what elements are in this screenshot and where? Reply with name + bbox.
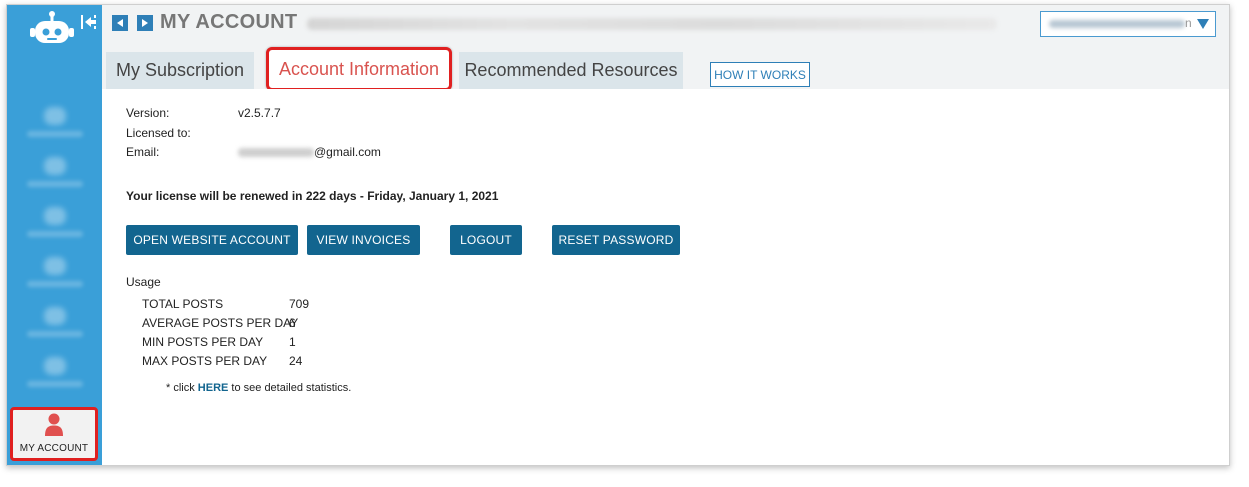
chevron-down-icon (1197, 19, 1209, 29)
sidebar-item-label: MY ACCOUNT (19, 443, 89, 454)
email-label: Email: (126, 145, 160, 159)
usage-label: AVERAGE POSTS PER DAY (142, 316, 299, 330)
statistics-link[interactable]: HERE (198, 382, 229, 394)
version-value: v2.5.7.7 (238, 106, 281, 120)
blurred-email-user (238, 148, 314, 158)
forward-button[interactable] (137, 15, 153, 31)
usage-label: MIN POSTS PER DAY (142, 335, 264, 349)
sidebar-item[interactable] (7, 297, 102, 347)
note-suffix: to see detailed statistics. (231, 382, 352, 394)
sidebar-item[interactable] (7, 147, 102, 197)
sidebar: MY ACCOUNT (7, 5, 102, 465)
collapse-sidebar-icon[interactable] (79, 13, 99, 31)
sidebar-item-my-account[interactable]: MY ACCOUNT (10, 407, 98, 461)
logout-button[interactable]: LOGOUT (450, 225, 522, 255)
open-website-account-button[interactable]: OPEN WEBSITE ACCOUNT (126, 225, 298, 255)
reset-password-button[interactable]: RESET PASSWORD (552, 225, 680, 255)
view-invoices-button[interactable]: VIEW INVOICES (307, 225, 420, 255)
back-button[interactable] (112, 15, 128, 31)
usage-value: 1 (289, 335, 296, 349)
version-label: Version: (126, 106, 170, 120)
robot-logo-icon (30, 11, 74, 43)
usage-value: 6 (289, 316, 296, 330)
user-icon (45, 413, 63, 436)
statistics-note: * click HERE to see detailed statistics. (166, 382, 351, 394)
sidebar-item[interactable] (7, 97, 102, 147)
blurred-account-name (1049, 20, 1185, 28)
usage-value: 24 (289, 354, 303, 368)
tab-my-subscription[interactable]: My Subscription (106, 52, 254, 89)
account-name-suffix: n (1185, 16, 1192, 30)
note-prefix: * click (166, 382, 195, 394)
sidebar-nav (7, 97, 102, 397)
blurred-breadcrumb (307, 18, 997, 30)
header: MY ACCOUNT n (102, 5, 1229, 45)
licensed-label: Licensed to: (126, 126, 191, 140)
tab-recommended-resources[interactable]: Recommended Resources (459, 52, 683, 89)
renewal-notice: Your license will be renewed in 222 days… (126, 189, 499, 203)
page-title: MY ACCOUNT (160, 11, 298, 33)
email-value: @gmail.com (238, 145, 381, 159)
account-dropdown[interactable]: n (1040, 11, 1216, 37)
usage-label: MAX POSTS PER DAY (142, 354, 268, 368)
account-information-panel: Version: v2.5.7.7 Licensed to: Email: @g… (102, 89, 1229, 465)
email-domain: @gmail.com (314, 145, 381, 159)
sidebar-item[interactable] (7, 197, 102, 247)
tab-account-information[interactable]: Account Information (266, 47, 452, 91)
usage-heading: Usage (126, 275, 161, 289)
how-it-works-button[interactable]: HOW IT WORKS (710, 62, 810, 87)
tab-bar: My Subscription Account Information Reco… (102, 45, 1229, 91)
sidebar-item[interactable] (7, 347, 102, 397)
sidebar-item[interactable] (7, 247, 102, 297)
usage-label: TOTAL POSTS (142, 297, 224, 311)
arrow-right-icon (142, 19, 148, 27)
app-window: MY ACCOUNT MY ACCOUNT n My Subscription … (6, 4, 1230, 466)
arrow-left-icon (117, 19, 123, 27)
usage-value: 709 (289, 297, 310, 311)
